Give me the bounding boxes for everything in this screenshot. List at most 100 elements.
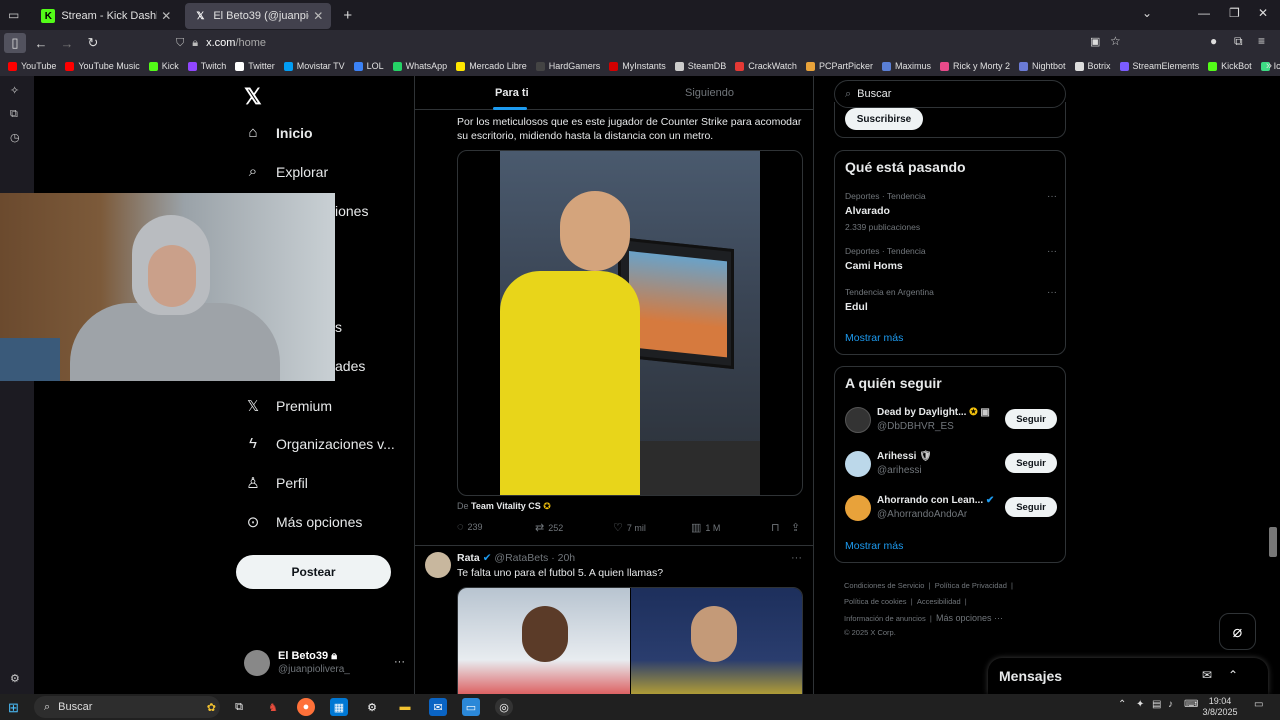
bookmark-item[interactable]: MyInstants [609,61,666,71]
new-message-icon[interactable]: ✉ [1202,668,1212,682]
synced-tabs-icon[interactable]: ⧉ [10,108,18,121]
reply-button[interactable]: ◌ 239 [457,521,483,533]
more-dots-icon[interactable]: ··· [1047,246,1057,257]
keyboard-icon[interactable]: ⌨ [1184,699,1198,710]
store-icon[interactable]: ▦ [330,698,348,716]
trend-item[interactable]: Tendencia en Argentina Edul ··· [845,287,1057,313]
follow-suggestion[interactable]: Dead by Daylight... ✪ ▣ @DbDBHVR_ES Segu… [845,405,1057,441]
post-button[interactable]: Postear [236,555,391,589]
close-icon[interactable]: ✕ [313,9,323,23]
task-view-icon[interactable]: ⧉ [230,698,248,716]
bookmark-item[interactable]: PCPartPicker [805,61,873,71]
account-switcher[interactable]: El Beto39 🔒︎ @juanpiolivera_ ··· [244,650,409,680]
bluetooth-icon[interactable]: ✦ [1136,699,1144,710]
repost-button[interactable]: ⇄ 252 [535,521,563,534]
footer-link-cookies[interactable]: Política de cookies [844,597,907,606]
taskbar-search[interactable]: ⌕ Buscar ✿ [34,696,220,718]
firefox-icon[interactable]: ● [297,698,315,716]
reload-icon[interactable]: ↻ [82,33,104,53]
footer-link-terms[interactable]: Condiciones de Servicio [844,581,924,590]
share-button[interactable]: ⇪ [791,521,804,534]
bookmark-item[interactable]: YouTube Music [65,61,140,71]
bookmark-item[interactable]: Rick y Morty 2 [939,61,1010,71]
nav-item-explore[interactable]: ⌕ Explorar [244,163,328,180]
footer-link-accessibility[interactable]: Accesibilidad [917,597,961,606]
chevron-down-icon[interactable]: ⌄ [1142,6,1152,20]
bookmark-item[interactable]: Maximus [881,61,931,71]
tweet-images[interactable] [457,587,803,694]
nav-item-partial[interactable]: s [335,319,342,335]
bookmark-item[interactable]: HardGamers [535,61,600,71]
footer-link-more[interactable]: Más opciones ··· [936,613,1003,623]
monitor-app-icon[interactable]: ▭ [462,698,480,716]
nav-item-profile[interactable]: ♙ Perfil [244,474,308,492]
menu-icon[interactable]: ≡ [1258,34,1265,48]
close-icon[interactable]: ✕ [161,9,171,23]
nav-item-organizations[interactable]: ϟ Organizaciones v... [244,435,395,452]
bookmark-item[interactable]: Twitch [187,61,226,71]
chevron-up-icon[interactable]: ⌃ [1118,699,1126,710]
scrollbar[interactable] [1269,527,1277,557]
ai-chat-icon[interactable]: ✧ [10,84,19,97]
nav-item-notifications-partial[interactable]: iones [335,203,368,219]
network-icon[interactable]: ▤ [1152,699,1161,710]
back-icon[interactable]: ← [30,33,52,53]
tab-following[interactable]: Siguiendo [685,87,734,99]
forward-icon[interactable]: → [56,33,78,53]
messages-drawer[interactable]: Mensajes ✉ ⌃ [988,658,1268,694]
more-dots-icon[interactable]: ··· [1047,287,1057,298]
settings-gear-icon[interactable]: ⚙ [10,672,20,685]
windows-start-icon[interactable]: ⊞ [8,700,19,716]
notifications-icon[interactable]: ▭ [1254,699,1263,710]
bookmark-item[interactable]: SteamDB [674,61,726,71]
app-icon[interactable]: ♞ [264,698,282,716]
close-window-icon[interactable]: ✕ [1258,6,1268,20]
outlook-icon[interactable]: ✉ [429,698,447,716]
tweet-image-left[interactable] [458,588,630,694]
more-dots-icon[interactable]: ··· [791,552,802,564]
tweet-image-right[interactable] [631,588,802,694]
tweet-time[interactable]: · 20h [551,552,575,564]
follow-button[interactable]: Seguir [1005,409,1057,429]
follow-button[interactable]: Seguir [1005,497,1057,517]
tweet-video[interactable] [457,150,803,496]
bookmark-item[interactable]: KickBot [1208,61,1252,71]
restore-icon[interactable]: ❐ [1229,6,1240,20]
tweet-author-name[interactable]: Rata [457,552,480,564]
folder-icon[interactable]: ▬ [396,698,414,716]
footer-link-ads[interactable]: Información de anuncios [844,614,926,623]
tweet-author-handle[interactable]: @RataBets [494,552,548,564]
bookmark-item[interactable]: CrackWatch [735,61,797,71]
bookmark-item[interactable]: YouTube [8,61,56,71]
nav-item-premium[interactable]: 𝕏 Premium [244,397,332,415]
obs-icon[interactable]: ◎ [495,698,513,716]
tab-kick-dashboard[interactable]: K Stream - Kick Dashboard ✕ [33,3,179,29]
follow-suggestion[interactable]: Arihessi 🛡︎ @arihessi Seguir [845,449,1057,485]
grok-icon[interactable]: ⌀ [1219,613,1256,650]
x-logo-icon[interactable]: 𝕏 [244,84,262,110]
chevron-up-icon[interactable]: ⌃ [1228,668,1238,682]
more-dots-icon[interactable]: ··· [394,656,405,668]
taskbar-clock[interactable]: 19:04 3/8/2025 [1198,696,1242,718]
puzzle-icon[interactable]: ⧉ [1234,34,1243,49]
like-button[interactable]: ♡ 7 mil [613,521,646,534]
extension-icon[interactable]: ● [1210,34,1217,48]
tab-for-you[interactable]: Para ti [495,87,529,99]
bookmark-item[interactable]: Mercado Libre [456,61,527,71]
bookmark-item[interactable]: LOL [353,61,384,71]
bookmark-button[interactable]: ⊓ [771,521,784,534]
volume-icon[interactable]: ♪ [1168,699,1173,710]
trend-item[interactable]: Deportes · Tendencia Alvarado 2.339 publ… [845,191,1057,232]
nav-item-more[interactable]: ⊙ Más opciones [244,513,363,531]
bookmark-item[interactable]: Movistar TV [283,61,345,71]
minimize-icon[interactable]: — [1198,6,1210,20]
more-dots-icon[interactable]: ··· [1047,191,1057,202]
tab-overview-icon[interactable]: ▭ [8,8,19,22]
reader-view-icon[interactable]: ▣ [1090,35,1100,48]
tab-x-home[interactable]: 𝕏 El Beto39 (@juanpiolivera_) ✕ [185,3,332,29]
sidebar-toggle-icon[interactable]: ▯ [4,33,26,53]
bookmark-item[interactable]: WhatsApp [392,61,447,71]
trend-item[interactable]: Deportes · Tendencia Cami Homs ··· [845,246,1057,272]
search-input[interactable]: ⌕ Buscar [834,80,1066,108]
views-button[interactable]: ▥ 1 M [691,521,720,534]
